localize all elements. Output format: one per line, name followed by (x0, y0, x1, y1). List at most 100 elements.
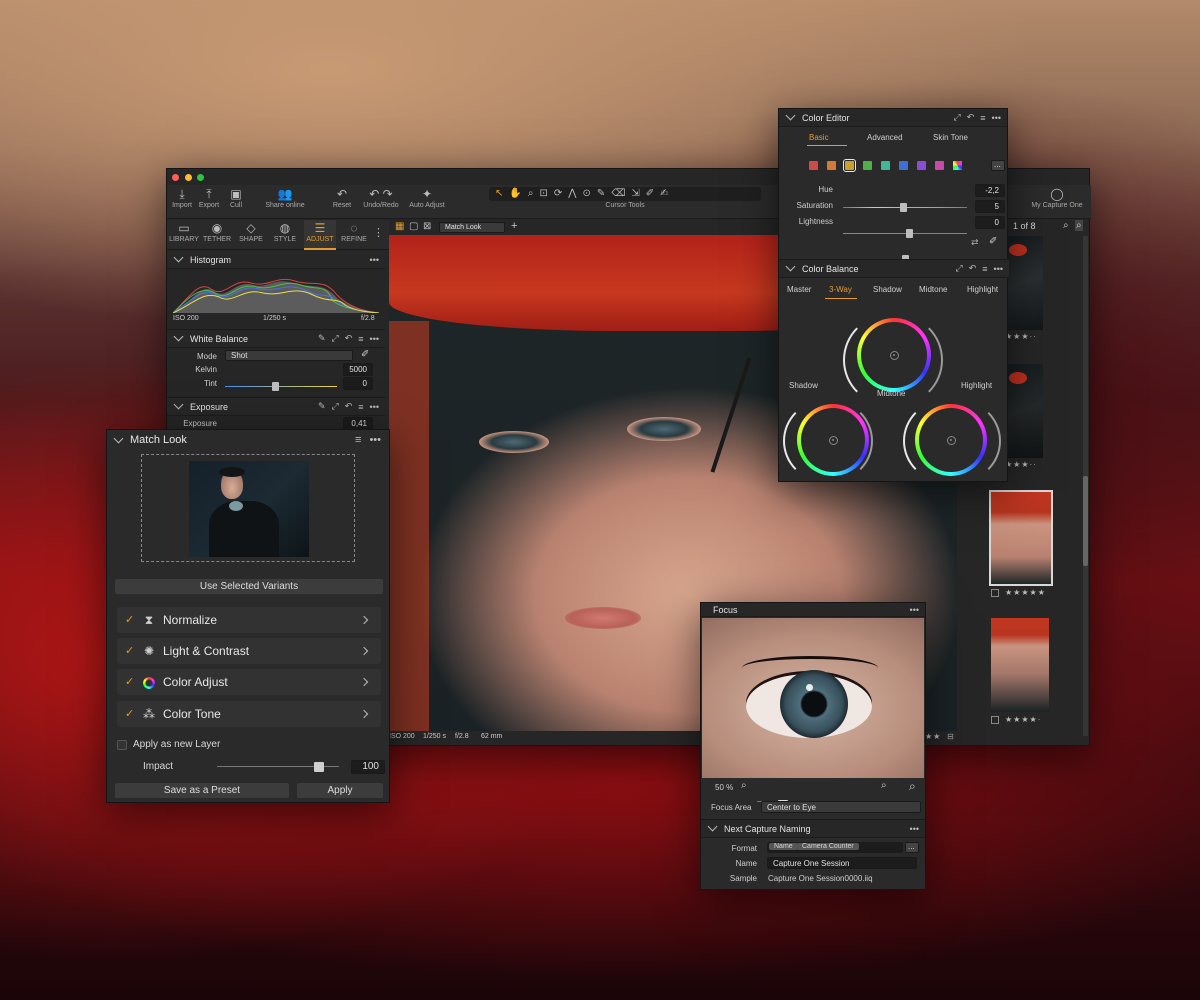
format-token-name[interactable]: Name (769, 843, 798, 850)
tab-highlight[interactable]: Highlight (967, 285, 998, 294)
more-icon[interactable]: ••• (370, 255, 379, 265)
apply-button[interactable]: Apply (297, 783, 383, 798)
pin-icon[interactable]: ⤢ (332, 333, 339, 344)
tint-field[interactable]: 0 (343, 377, 373, 390)
tab-shadow[interactable]: Shadow (873, 285, 902, 294)
pin-icon[interactable]: ⤢ (332, 401, 339, 412)
more-icon[interactable]: ••• (370, 402, 379, 412)
viewer-info-icon[interactable]: ⊟ (947, 732, 954, 741)
list-icon[interactable]: ≡ (358, 334, 363, 344)
more-icon[interactable]: ••• (994, 264, 1003, 274)
more-icon[interactable]: ••• (910, 605, 919, 615)
gradient-tool-icon[interactable]: ⇲ (631, 188, 645, 199)
minimize-window-button[interactable] (184, 174, 192, 181)
my-capture-one-button[interactable]: ◯ My Capture One (1029, 188, 1085, 209)
swap-icon[interactable]: ⇄ (971, 237, 979, 248)
more-icon[interactable]: ••• (369, 434, 381, 446)
white-balance-header[interactable]: White Balance ✎ ⤢ ↶ ≡ ••• (167, 330, 385, 348)
list-icon[interactable]: ≡ (355, 434, 361, 446)
browser-scrollbar[interactable] (1083, 236, 1088, 736)
naming-name-field[interactable]: Capture One Session (767, 857, 917, 869)
tab-shape[interactable]: ◇ SHAPE (236, 222, 266, 243)
color-tone-checkbox[interactable]: ✓ (125, 709, 135, 720)
match-row-color-adjust[interactable]: ✓ Color Adjust (117, 669, 381, 695)
thumbnail-rating[interactable]: ★★★★· (1005, 715, 1041, 724)
color-adjust-checkbox[interactable]: ✓ (125, 677, 135, 688)
lightness-field[interactable]: 0 (975, 216, 1005, 229)
picker-icon[interactable]: ✎ (318, 401, 326, 412)
naming-header[interactable]: Next Capture Naming ••• (701, 820, 925, 838)
list-icon[interactable]: ≡ (358, 402, 363, 412)
saturation-slider[interactable] (843, 229, 967, 239)
format-token-field[interactable]: Name Camera Counter (767, 842, 903, 853)
reset-icon[interactable]: ↶ (345, 401, 353, 412)
close-window-button[interactable] (172, 174, 179, 181)
filter-icon[interactable]: ⌕ (1075, 220, 1083, 231)
pin-icon[interactable]: ⤢ (956, 263, 963, 274)
loupe-tool-icon[interactable]: ⌕ (528, 188, 540, 199)
tab-style[interactable]: ◍ STYLE (270, 222, 300, 243)
search-icon[interactable]: ⌕ (1063, 220, 1069, 231)
tab-library[interactable]: ▭ LIBRARY (169, 222, 199, 243)
share-online-button[interactable]: 👥 Share online (263, 188, 307, 209)
tab-midtone[interactable]: Midtone (919, 285, 947, 294)
hue-field[interactable]: -2,2 (975, 184, 1005, 197)
histogram-header[interactable]: Histogram ••• (167, 251, 385, 269)
import-button[interactable]: ⤓ Import (171, 188, 193, 209)
match-row-normalize[interactable]: ✓ ⧗ Normalize (117, 607, 381, 633)
add-icon[interactable]: + (511, 220, 517, 232)
picker-tool-icon[interactable]: ✐ (646, 188, 660, 199)
zoom-out-icon[interactable]: ⌕ (741, 780, 747, 791)
tab-more-icon[interactable]: ⋮ (373, 226, 384, 239)
focus-search-icon[interactable]: ⌕ (909, 779, 916, 794)
color-swatch[interactable] (881, 161, 890, 170)
kelvin-slider[interactable] (225, 382, 337, 392)
color-swatch[interactable] (809, 161, 818, 170)
auto-adjust-button[interactable]: ✦ Auto Adjust (405, 188, 449, 209)
eyedropper-icon[interactable]: ✐ (989, 236, 997, 247)
normalize-checkbox[interactable]: ✓ (125, 615, 135, 626)
more-icon[interactable]: ••• (992, 113, 1001, 123)
color-swatch[interactable] (917, 161, 926, 170)
thumbnail-rating[interactable]: ★★★·· (1005, 460, 1037, 469)
reset-icon[interactable]: ↶ (345, 333, 353, 344)
tab-3-way[interactable]: 3-Way (829, 285, 852, 294)
undo-redo-button[interactable]: ↶ ↷ Undo/Redo (361, 188, 401, 209)
color-swatch[interactable] (935, 161, 944, 170)
reset-button[interactable]: ↶ Reset (329, 188, 355, 209)
annotate-tool-icon[interactable]: ✍ (660, 188, 674, 199)
exposure-header[interactable]: Exposure ✎ ⤢ ↶ ≡ ••• (167, 398, 385, 416)
match-look-header[interactable]: Match Look ≡ ••• (107, 430, 389, 450)
thumbnail[interactable] (991, 618, 1049, 712)
midtone-color-wheel[interactable] (857, 318, 931, 392)
thumbnail-rating[interactable]: ★★★★★ (1005, 588, 1046, 597)
use-selected-variants-button[interactable]: Use Selected Variants (115, 579, 383, 594)
saturation-field[interactable]: 5 (975, 200, 1005, 213)
brush-tool-icon[interactable]: ✎ (597, 188, 611, 199)
tab-refine[interactable]: ◌ REFINE (339, 222, 369, 243)
thumbnail-checkbox[interactable] (991, 589, 999, 597)
picker-icon[interactable]: ✎ (318, 333, 326, 344)
single-view-icon[interactable]: ▢ (409, 221, 418, 232)
list-icon[interactable]: ≡ (980, 113, 985, 123)
thumbnail-rating[interactable]: ★★★·· (1005, 332, 1037, 341)
color-balance-header[interactable]: Color Balance ⤢ ↶ ≡ ••• (779, 260, 1009, 278)
light-contrast-checkbox[interactable]: ✓ (125, 646, 135, 657)
pin-icon[interactable]: ⤢ (954, 112, 961, 123)
cursor-tools-bar[interactable]: ↖✋⌕⊡⟳⋀⊙✎⌫⇲✐✍ (489, 187, 761, 201)
thumbnail-checkbox[interactable] (991, 716, 999, 724)
grid-view-icon[interactable]: ▦ (395, 221, 404, 232)
color-editor-more-button[interactable]: ... (991, 160, 1005, 171)
highlight-color-wheel[interactable] (915, 404, 987, 476)
rotate-tool-icon[interactable]: ⟳ (554, 188, 568, 199)
color-swatch[interactable] (899, 161, 908, 170)
tab-adjust[interactable]: ☰ ADJUST (304, 220, 336, 250)
hue-slider[interactable] (843, 203, 967, 213)
crop-tool-icon[interactable]: ⊡ (539, 188, 553, 199)
pointer-tool-icon[interactable]: ↖ (495, 188, 509, 199)
wb-mode-select[interactable]: Shot (225, 350, 353, 361)
shadow-color-wheel[interactable] (797, 404, 869, 476)
match-row-light-contrast[interactable]: ✓ ✺ Light & Contrast (117, 638, 381, 664)
kelvin-field[interactable]: 5000 (343, 363, 373, 376)
match-row-color-tone[interactable]: ✓ ⁂ Color Tone (117, 701, 381, 727)
